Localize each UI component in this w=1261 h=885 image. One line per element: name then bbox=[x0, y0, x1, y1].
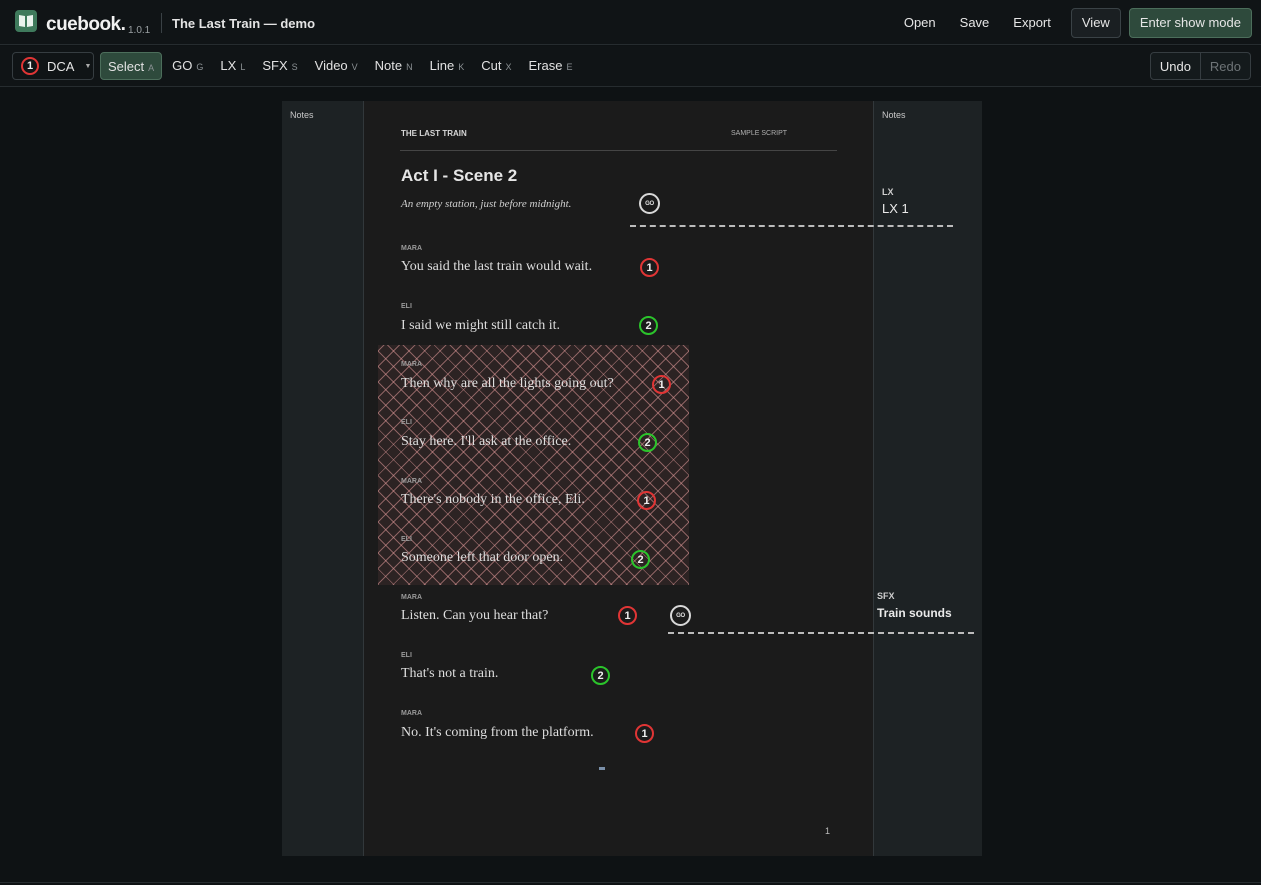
tool-video[interactable]: Video V bbox=[308, 52, 365, 80]
dialogue-line[interactable]: There's nobody in the office, Eli. bbox=[401, 492, 585, 508]
actor-cue-badge[interactable]: 1 bbox=[652, 375, 671, 394]
tool-shortcut: E bbox=[566, 62, 573, 72]
dialogue-line[interactable]: Stay here. I'll ask at the office. bbox=[401, 434, 571, 450]
tool-go[interactable]: GO G bbox=[165, 52, 210, 80]
drop-marker bbox=[599, 767, 605, 770]
cue-link-line[interactable] bbox=[668, 632, 974, 634]
dialogue-line[interactable]: Someone left that door open. bbox=[401, 550, 563, 566]
actor-cue-badge[interactable]: 1 bbox=[637, 491, 656, 510]
header-divider bbox=[400, 150, 837, 151]
history-group: Undo Redo bbox=[1149, 52, 1251, 80]
dialogue-line[interactable]: Then why are all the lights going out? bbox=[401, 376, 614, 392]
actor-cue-badge[interactable]: 2 bbox=[591, 666, 610, 685]
tool-label: Erase bbox=[528, 58, 563, 73]
go-cue-marker[interactable]: GO bbox=[639, 193, 660, 214]
tool-label: LX bbox=[220, 58, 237, 73]
actor-cue-badge[interactable]: 1 bbox=[618, 606, 637, 625]
book-icon bbox=[15, 10, 37, 32]
tool-select[interactable]: Select A bbox=[100, 52, 163, 80]
app-name: cuebook. bbox=[46, 14, 126, 35]
title-divider bbox=[161, 13, 162, 33]
scene-description: An empty station, just before midnight. bbox=[401, 198, 572, 210]
page-number: 1 bbox=[825, 826, 831, 836]
notes-label: Notes bbox=[882, 110, 906, 120]
margin-cue-value[interactable]: LX 1 bbox=[882, 201, 909, 216]
dialogue-line[interactable]: I said we might still catch it. bbox=[401, 318, 560, 334]
tool-shortcut: V bbox=[351, 62, 358, 72]
actor-select[interactable]: 1 DCA ▼ bbox=[12, 52, 94, 80]
tool-bar: 1 DCA ▼ Select A GO G LX L SFX S Video V Note… bbox=[0, 46, 1261, 87]
tool-sfx[interactable]: SFX S bbox=[255, 52, 304, 80]
actor-label: DCA bbox=[47, 58, 75, 74]
show-mode-button[interactable]: Enter show mode bbox=[1128, 8, 1252, 38]
tool-shortcut: N bbox=[406, 62, 413, 72]
dialogue-line[interactable]: Listen. Can you hear that? bbox=[401, 608, 548, 624]
tool-label: Cut bbox=[481, 58, 502, 73]
top-bar: cuebook. 1.0.1 The Last Train — demo Ope… bbox=[0, 0, 1261, 45]
speaker-name: MARA bbox=[401, 478, 422, 485]
tool-cut[interactable]: Cut X bbox=[474, 52, 518, 80]
top-actions: Open Save Export View Enter show mode bbox=[892, 8, 1252, 38]
go-label: GO bbox=[676, 612, 685, 619]
notes-column-left[interactable]: Notes bbox=[282, 101, 364, 856]
speaker-name: MARA bbox=[401, 245, 422, 252]
view-button[interactable]: View bbox=[1070, 8, 1121, 38]
tool-shortcut: L bbox=[240, 62, 246, 72]
tool-shortcut: K bbox=[458, 62, 465, 72]
app-version: 1.0.1 bbox=[128, 25, 151, 36]
save-button[interactable]: Save bbox=[948, 8, 1002, 38]
actor-cue-badge[interactable]: 1 bbox=[640, 258, 659, 277]
cue-link-line[interactable] bbox=[630, 225, 953, 227]
notes-label: Notes bbox=[290, 110, 314, 120]
export-button[interactable]: Export bbox=[1001, 8, 1063, 38]
status-divider bbox=[0, 882, 1261, 883]
script-header-title: THE LAST TRAIN bbox=[401, 129, 467, 138]
actor-cue-badge[interactable]: 2 bbox=[638, 433, 657, 452]
speaker-name: MARA bbox=[401, 594, 422, 601]
actor-cue-badge[interactable]: 1 bbox=[635, 724, 654, 743]
tool-note[interactable]: Note N bbox=[368, 52, 420, 80]
go-label: GO bbox=[645, 200, 654, 207]
dialogue-line[interactable]: You said the last train would wait. bbox=[401, 259, 592, 275]
speaker-name: MARA bbox=[401, 361, 422, 368]
go-cue-marker[interactable]: GO bbox=[670, 605, 691, 626]
tool-label: SFX bbox=[262, 58, 288, 73]
tool-group: Select A GO G LX L SFX S Video V Note N Line K … bbox=[100, 52, 582, 80]
dialogue-line[interactable]: That's not a train. bbox=[401, 666, 498, 682]
tool-label: Line bbox=[429, 58, 455, 73]
document-title: The Last Train — demo bbox=[172, 16, 316, 31]
tool-erase[interactable]: Erase E bbox=[521, 52, 579, 80]
actor-cue-badge[interactable]: 2 bbox=[639, 316, 658, 335]
speaker-name: ELI bbox=[401, 303, 412, 310]
speaker-name: ELI bbox=[401, 652, 412, 659]
open-button[interactable]: Open bbox=[892, 8, 948, 38]
tool-shortcut: A bbox=[148, 63, 155, 73]
dialogue-line[interactable]: No. It's coming from the platform. bbox=[401, 725, 594, 741]
actor-number-badge: 1 bbox=[21, 57, 39, 75]
speaker-name: MARA bbox=[401, 710, 422, 717]
tool-shortcut: S bbox=[291, 62, 298, 72]
speaker-name: ELI bbox=[401, 536, 412, 543]
tool-line[interactable]: Line K bbox=[423, 52, 472, 80]
margin-cue-type: SFX bbox=[877, 591, 895, 601]
actor-cue-badge[interactable]: 2 bbox=[631, 550, 650, 569]
tool-label: Note bbox=[374, 58, 403, 73]
tool-shortcut: X bbox=[505, 62, 512, 72]
speaker-name: ELI bbox=[401, 419, 412, 426]
chevron-down-icon: ▼ bbox=[84, 62, 92, 70]
tool-lx[interactable]: LX L bbox=[213, 52, 252, 80]
scene-title: Act I - Scene 2 bbox=[401, 166, 518, 185]
redo-button[interactable]: Redo bbox=[1200, 52, 1251, 80]
undo-button[interactable]: Undo bbox=[1149, 52, 1201, 80]
tool-label: GO bbox=[172, 58, 193, 73]
script-header-subtitle: SAMPLE SCRIPT bbox=[731, 130, 788, 137]
margin-cue-value[interactable]: Train sounds bbox=[877, 606, 952, 620]
tool-label: Video bbox=[314, 58, 348, 73]
tool-shortcut: G bbox=[196, 62, 204, 72]
margin-cue-type: LX bbox=[882, 187, 894, 197]
tool-label: Select bbox=[108, 59, 145, 74]
